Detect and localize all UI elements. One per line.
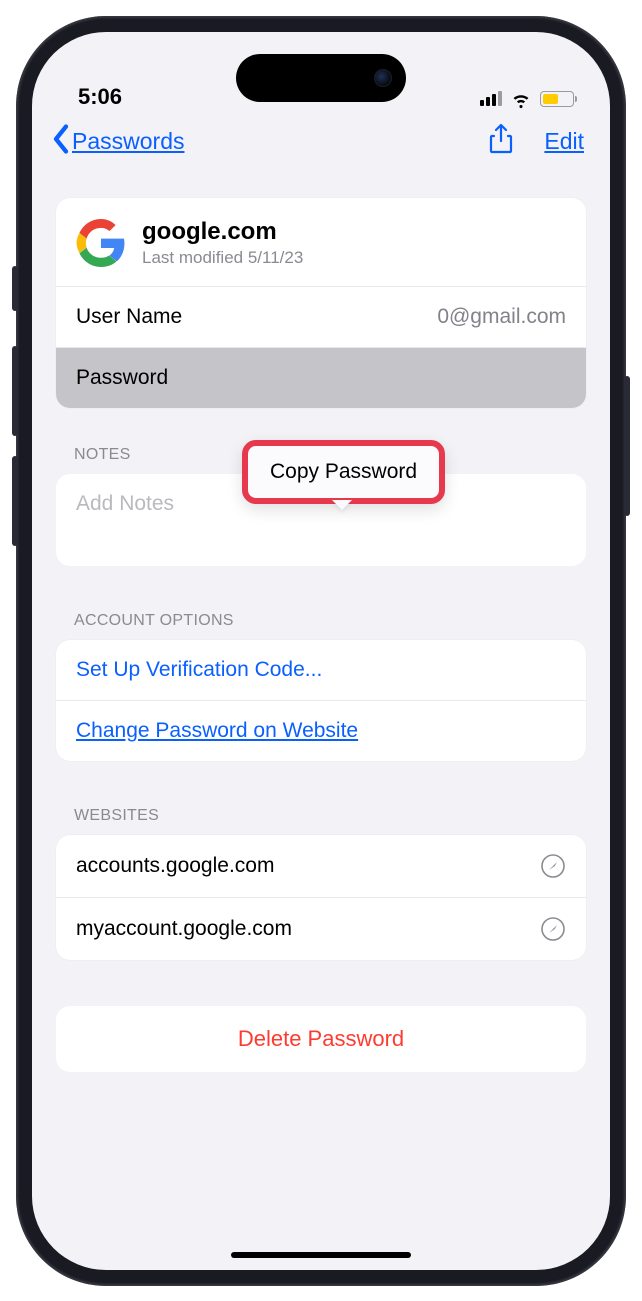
front-camera-icon [374, 69, 392, 87]
battery-icon [540, 91, 574, 107]
password-row[interactable]: Password [56, 348, 586, 408]
volume-down [12, 456, 18, 546]
copy-password-label: Copy Password [270, 460, 417, 483]
website-row[interactable]: accounts.google.com [56, 835, 586, 898]
setup-verification-code[interactable]: Set Up Verification Code... [56, 640, 586, 701]
websites-section-label: WEBSITES [56, 761, 586, 835]
account-options-card: Set Up Verification Code... Change Passw… [56, 640, 586, 761]
phone-frame: 5:06 Passwords [16, 16, 626, 1286]
google-logo-icon [76, 218, 126, 268]
power-button [624, 376, 630, 516]
copy-password-popup[interactable]: Copy Password [242, 440, 445, 504]
share-button[interactable] [488, 124, 514, 160]
username-value: 0@gmail.com [437, 305, 566, 329]
back-button[interactable]: Passwords [50, 124, 184, 160]
popup-arrow-icon [332, 500, 352, 510]
status-time: 5:06 [78, 84, 122, 110]
screen: 5:06 Passwords [32, 32, 610, 1270]
username-row[interactable]: User Name 0@gmail.com [56, 287, 586, 348]
silent-switch [12, 266, 18, 311]
account-options-label: ACCOUNT OPTIONS [56, 566, 586, 640]
back-label: Passwords [72, 128, 184, 155]
notes-placeholder: Add Notes [76, 492, 174, 515]
website-row[interactable]: myaccount.google.com [56, 898, 586, 960]
websites-card: accounts.google.com myaccount.google.com [56, 835, 586, 960]
dynamic-island [236, 54, 406, 102]
username-label: User Name [76, 305, 182, 329]
volume-up [12, 346, 18, 436]
content: google.com Last modified 5/11/23 User Na… [32, 168, 610, 1072]
safari-compass-icon[interactable] [540, 853, 566, 879]
wifi-icon [510, 88, 532, 110]
password-label: Password [76, 366, 168, 390]
share-icon [488, 124, 514, 154]
cellular-signal-icon [480, 91, 502, 106]
website-url: myaccount.google.com [76, 917, 292, 941]
delete-password-button[interactable]: Delete Password [56, 1006, 586, 1072]
site-modified: Last modified 5/11/23 [142, 248, 303, 268]
change-password-website[interactable]: Change Password on Website [56, 701, 586, 761]
nav-bar: Passwords Edit [32, 110, 610, 168]
home-indicator[interactable] [231, 1252, 411, 1258]
site-domain: google.com [142, 218, 303, 246]
site-header: google.com Last modified 5/11/23 [56, 198, 586, 287]
edit-button[interactable]: Edit [544, 128, 584, 155]
credential-card: google.com Last modified 5/11/23 User Na… [56, 198, 586, 408]
safari-compass-icon[interactable] [540, 916, 566, 942]
chevron-left-icon [50, 124, 72, 160]
website-url: accounts.google.com [76, 854, 274, 878]
